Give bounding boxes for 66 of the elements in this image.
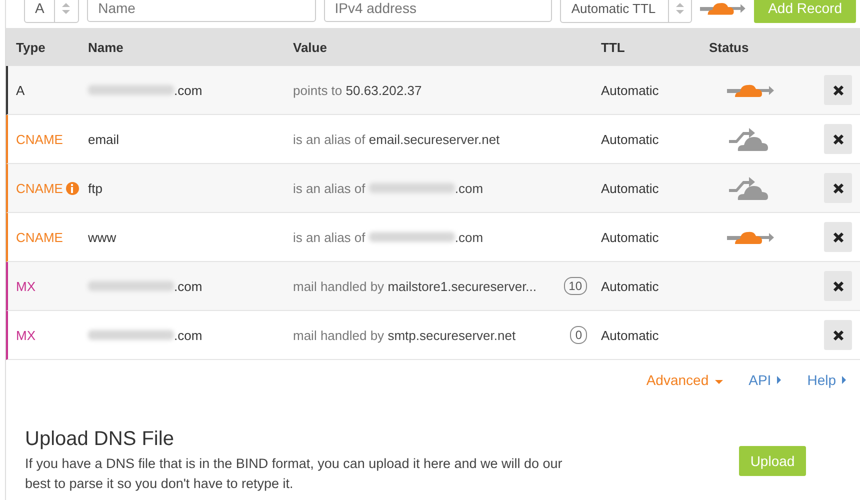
- footer-link[interactable]: Help: [807, 372, 846, 388]
- priority-badge: 0: [570, 326, 587, 344]
- column-header: Type: [15, 40, 46, 54]
- ttl-text: Automatic: [601, 230, 659, 244]
- record-name: .com: [174, 82, 202, 98]
- footer-link[interactable]: API: [748, 372, 782, 388]
- record-name: ftp: [88, 180, 102, 196]
- value-target: .com: [454, 230, 484, 244]
- section-description: If you have a DNS file that is in the BIND format, you can upload it here and we will do our best to parse it so you don't have to retype it.: [25, 455, 564, 493]
- value-text: is an alias of: [293, 180, 366, 196]
- value-text: is an alias of: [293, 230, 366, 244]
- value-target: email.secureserver.net: [368, 132, 500, 146]
- column-header: Name: [87, 40, 124, 54]
- ttl-select[interactable]: Automatic TTL: [560, 0, 692, 23]
- value-text: mail handled by: [293, 278, 384, 294]
- close-icon: [832, 134, 844, 144]
- value-target: smtp.secureserver.net: [388, 328, 516, 342]
- record-type: A: [16, 82, 25, 98]
- advanced-dropdown[interactable]: Advanced: [646, 372, 723, 388]
- upload-button[interactable]: Upload: [739, 446, 806, 476]
- delete-button[interactable]: [824, 75, 852, 105]
- caret-icon: [777, 376, 782, 384]
- close-icon: [832, 84, 844, 96]
- value-text: points to: [293, 82, 342, 98]
- value-target: .com: [454, 180, 484, 196]
- value-text: mail handled by: [293, 328, 384, 342]
- add-record-button[interactable]: Add Record: [754, 0, 856, 23]
- value-target: 50.63.202.37: [346, 82, 422, 98]
- record-type: MX: [16, 278, 36, 294]
- record-name: .com: [174, 328, 202, 342]
- record-type: CNAME: [16, 132, 63, 146]
- ttl-text: Automatic: [601, 328, 659, 342]
- value-field[interactable]: IPv4 address: [324, 0, 552, 22]
- close-icon: [832, 280, 844, 292]
- record-name: email: [88, 132, 120, 146]
- record-name: www: [88, 230, 116, 244]
- ttl-text: Automatic: [601, 278, 659, 294]
- column-header: Status: [708, 40, 750, 54]
- cloud-icon[interactable]: [727, 126, 771, 152]
- record-type: MX: [16, 328, 36, 342]
- section-title: Upload DNS File: [25, 428, 175, 451]
- value-text: is an alias of: [293, 132, 366, 146]
- ttl-text: Automatic: [601, 180, 659, 196]
- priority-badge: 10: [564, 277, 587, 295]
- info-icon[interactable]: [66, 182, 79, 194]
- close-icon: [832, 182, 844, 194]
- caret-icon: [842, 376, 846, 384]
- column-header: Value: [292, 40, 328, 54]
- delete-button[interactable]: [824, 222, 852, 252]
- record-type: CNAME: [16, 180, 63, 196]
- record-name: .com: [174, 278, 202, 294]
- value-target: mailstore1.secureserver...: [388, 278, 537, 294]
- delete-button[interactable]: [824, 320, 852, 350]
- close-icon: [832, 330, 844, 340]
- delete-button[interactable]: [824, 124, 852, 154]
- type-select[interactable]: A: [24, 0, 80, 23]
- name-field[interactable]: Name: [87, 0, 316, 22]
- caret-icon: [714, 380, 723, 384]
- ttl-text: Automatic: [601, 132, 659, 146]
- record-type: CNAME: [16, 230, 63, 244]
- close-icon: [832, 232, 844, 242]
- cloud-icon[interactable]: [727, 175, 771, 201]
- delete-button[interactable]: [824, 173, 852, 203]
- column-header: TTL: [600, 40, 626, 54]
- ttl-text: Automatic: [601, 82, 659, 98]
- delete-button[interactable]: [824, 271, 852, 301]
